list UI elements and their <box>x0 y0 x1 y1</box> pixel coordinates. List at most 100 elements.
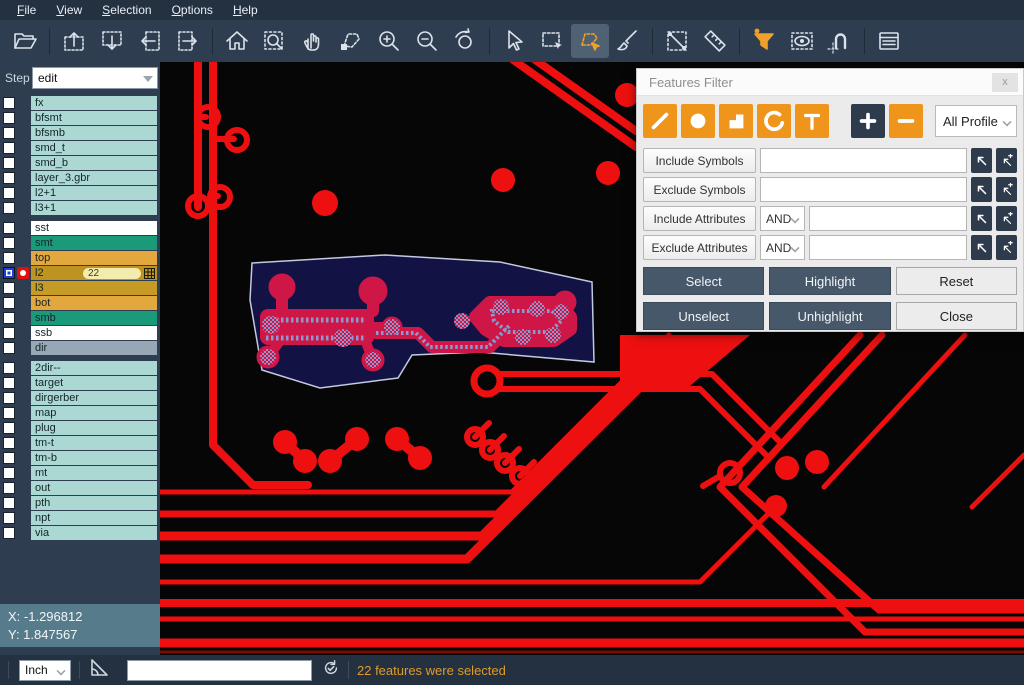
layer-name[interactable]: 2dir-- <box>31 361 157 375</box>
layer-name[interactable]: top <box>31 251 157 265</box>
open-file-icon[interactable] <box>6 24 44 58</box>
pick-add-symbol-icon[interactable] <box>996 148 1017 173</box>
measure-ruler-icon[interactable] <box>696 24 734 58</box>
layer-name[interactable]: ssb <box>31 326 157 340</box>
layer-checkbox-checked[interactable] <box>3 267 15 279</box>
exclude-symbols-button[interactable]: Exclude Symbols <box>643 177 756 202</box>
command-input[interactable] <box>127 660 312 681</box>
step-dropdown[interactable]: edit <box>32 67 158 89</box>
layer-checkbox[interactable] <box>3 497 15 509</box>
layer-name[interactable]: smt <box>31 236 157 250</box>
layer-name[interactable]: npt <box>31 511 157 525</box>
select-button[interactable]: Select <box>643 267 764 295</box>
highlight-button[interactable]: Highlight <box>769 267 890 295</box>
features-filter-icon[interactable] <box>745 24 783 58</box>
menu-selection[interactable]: Selection <box>93 1 160 19</box>
layer-checkbox[interactable] <box>3 527 15 539</box>
layer-checkbox[interactable] <box>3 297 15 309</box>
select-rectangle-icon[interactable] <box>533 24 571 58</box>
reset-button[interactable]: Reset <box>896 267 1017 295</box>
layer-name[interactable]: dir <box>31 341 157 355</box>
refresh-check-icon[interactable] <box>322 659 340 682</box>
import-bottom-icon[interactable] <box>93 24 131 58</box>
measure-point-icon[interactable] <box>658 24 696 58</box>
close-button[interactable]: Close <box>896 302 1017 330</box>
layer-name[interactable]: bfsmb <box>31 126 157 140</box>
layer-checkbox[interactable] <box>3 157 15 169</box>
layer-name[interactable]: l3 <box>31 281 157 295</box>
layer-checkbox[interactable] <box>3 437 15 449</box>
layer-checkbox[interactable] <box>3 142 15 154</box>
include-attributes-input[interactable] <box>809 206 967 231</box>
layer-name[interactable]: l2+1 <box>31 186 157 200</box>
layer-checkbox[interactable] <box>3 187 15 199</box>
surface-feature-button[interactable] <box>719 104 753 138</box>
menu-help[interactable]: Help <box>224 1 267 19</box>
include-attributes-logic-dropdown[interactable]: AND <box>760 206 805 231</box>
layer-name[interactable]: plug <box>31 421 157 435</box>
dialog-close-button[interactable]: x <box>992 73 1018 92</box>
exclude-attributes-logic-dropdown[interactable]: AND <box>760 235 805 260</box>
pick-add-symbol-icon[interactable] <box>996 177 1017 202</box>
view-options-icon[interactable] <box>783 24 821 58</box>
layer-checkbox[interactable] <box>3 252 15 264</box>
layer-checkbox[interactable] <box>3 237 15 249</box>
profile-dropdown[interactable]: All Profile <box>935 105 1017 137</box>
layer-checkbox[interactable] <box>3 202 15 214</box>
layer-name[interactable]: tm-t <box>31 436 157 450</box>
select-arrow-icon[interactable] <box>495 24 533 58</box>
layer-name[interactable]: out <box>31 481 157 495</box>
layer-name[interactable]: mt <box>31 466 157 480</box>
layer-checkbox[interactable] <box>3 362 15 374</box>
exclude-attributes-input[interactable] <box>809 235 967 260</box>
menu-options[interactable]: Options <box>163 1 222 19</box>
layer-checkbox[interactable] <box>3 97 15 109</box>
layer-name[interactable]: fx <box>31 96 157 110</box>
layer-checkbox[interactable] <box>3 327 15 339</box>
pick-add-attribute-icon[interactable] <box>996 206 1017 231</box>
zoom-previous-icon[interactable] <box>446 24 484 58</box>
layer-name[interactable]: via <box>31 526 157 540</box>
angle-measure-icon[interactable] <box>88 657 110 684</box>
home-view-icon[interactable] <box>218 24 256 58</box>
layer-checkbox[interactable] <box>3 482 15 494</box>
menu-file[interactable]: File <box>8 1 45 19</box>
layer-checkbox[interactable] <box>3 172 15 184</box>
units-dropdown[interactable]: Inch <box>19 660 71 681</box>
remove-mode-button[interactable] <box>889 104 923 138</box>
pick-add-attribute-icon[interactable] <box>996 235 1017 260</box>
zoom-in-icon[interactable] <box>370 24 408 58</box>
layer-name[interactable]: tm-b <box>31 451 157 465</box>
layer-checkbox[interactable] <box>3 467 15 479</box>
layer-name[interactable]: pth <box>31 496 157 510</box>
layer-name[interactable]: bfsmt <box>31 111 157 125</box>
layer-checkbox[interactable] <box>3 112 15 124</box>
layer-checkbox[interactable] <box>3 392 15 404</box>
menu-view[interactable]: View <box>47 1 91 19</box>
zoom-out-icon[interactable] <box>408 24 446 58</box>
exclude-symbols-input[interactable] <box>760 177 967 202</box>
pick-attribute-icon[interactable] <box>971 235 992 260</box>
zoom-area-icon[interactable] <box>256 24 294 58</box>
import-left-icon[interactable] <box>131 24 169 58</box>
layer-name[interactable]: map <box>31 406 157 420</box>
pick-symbol-icon[interactable] <box>971 148 992 173</box>
unselect-button[interactable]: Unselect <box>643 302 764 330</box>
select-polygon-icon[interactable] <box>571 24 609 58</box>
dialog-title-bar[interactable]: Features Filter x <box>637 69 1023 96</box>
layer-name[interactable]: smb <box>31 311 157 325</box>
layer-checkbox[interactable] <box>3 377 15 389</box>
import-right-icon[interactable] <box>169 24 207 58</box>
layer-checkbox[interactable] <box>3 407 15 419</box>
layer-checkbox[interactable] <box>3 222 15 234</box>
include-symbols-button[interactable]: Include Symbols <box>643 148 756 173</box>
layer-checkbox[interactable] <box>3 422 15 434</box>
layer-name[interactable]: dirgerber <box>31 391 157 405</box>
layer-checkbox[interactable] <box>3 452 15 464</box>
include-symbols-input[interactable] <box>760 148 967 173</box>
layer-name[interactable]: l3+1 <box>31 201 157 215</box>
text-feature-button[interactable] <box>795 104 829 138</box>
layer-name[interactable]: layer_3.gbr <box>31 171 157 185</box>
layer-name[interactable]: target <box>31 376 157 390</box>
zoom-polygon-icon[interactable] <box>332 24 370 58</box>
